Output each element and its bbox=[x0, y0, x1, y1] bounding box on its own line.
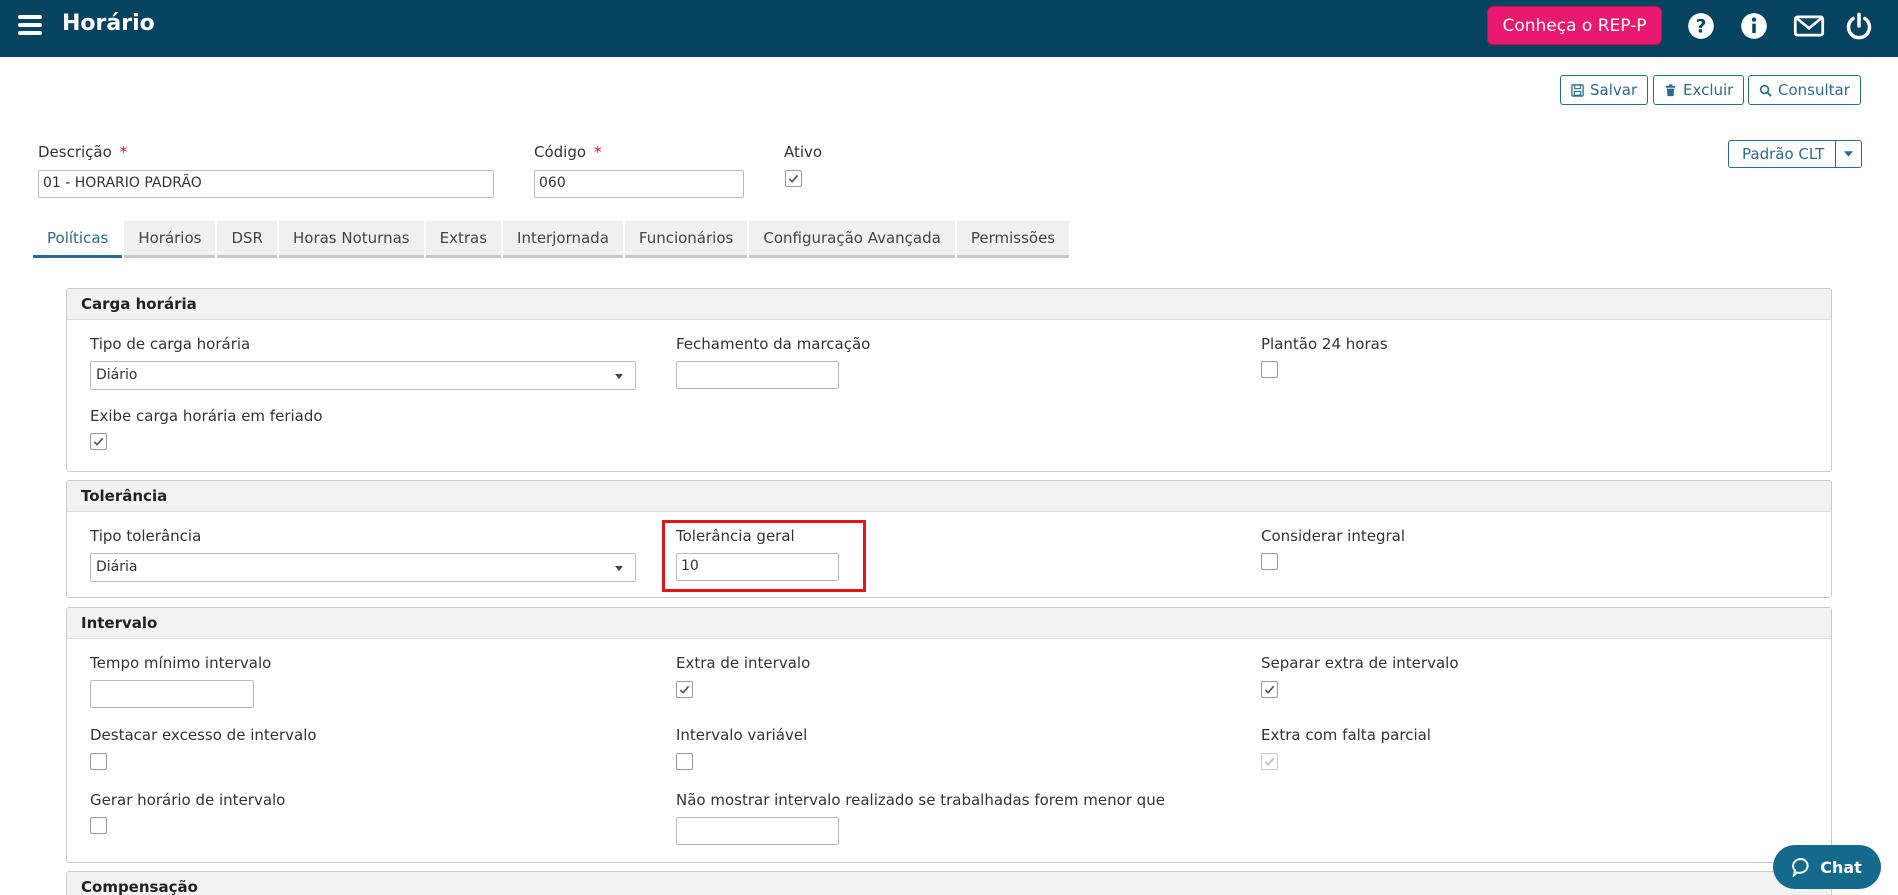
checkmark-icon bbox=[679, 685, 690, 694]
chat-button[interactable]: Chat bbox=[1773, 845, 1881, 889]
tipo-carga-label: Tipo de carga horária bbox=[90, 335, 251, 353]
delete-button-label: Excluir bbox=[1683, 81, 1734, 99]
tempo-minimo-label: Tempo mínimo intervalo bbox=[90, 654, 272, 672]
tab-politicas[interactable]: Políticas bbox=[33, 221, 123, 258]
trash-icon bbox=[1665, 83, 1676, 96]
tipo-tolerancia-select[interactable]: Diária bbox=[90, 553, 636, 582]
tab-funcionarios[interactable]: Funcionários bbox=[624, 221, 748, 258]
page-title: Horário bbox=[62, 11, 155, 36]
separar-extra-checkbox[interactable] bbox=[1261, 681, 1278, 698]
tipo-carga-select[interactable]: Diário bbox=[90, 361, 636, 390]
highlight-box bbox=[662, 520, 866, 592]
ativo-label: Ativo bbox=[784, 143, 823, 161]
save-button[interactable]: Salvar bbox=[1560, 75, 1649, 105]
intervalo-variavel-checkbox[interactable] bbox=[676, 753, 693, 770]
gerar-horario-checkbox[interactable] bbox=[90, 817, 107, 834]
plantao-label: Plantão 24 horas bbox=[1261, 335, 1388, 353]
extra-intervalo-label: Extra de intervalo bbox=[676, 654, 811, 672]
destacar-excesso-label: Destacar excesso de intervalo bbox=[90, 726, 317, 744]
dropdown-arrow-icon bbox=[615, 566, 623, 571]
intervalo-panel: Intervalo bbox=[66, 607, 1832, 863]
tipo-carga-value: Diário bbox=[96, 367, 138, 383]
tipo-tolerancia-value: Diária bbox=[96, 559, 138, 575]
fechamento-label: Fechamento da marcação bbox=[676, 335, 871, 353]
save-button-label: Salvar bbox=[1590, 81, 1638, 99]
tab-bar: Políticas Horários DSR Horas Noturnas Ex… bbox=[33, 221, 1071, 258]
checkmark-icon bbox=[93, 437, 104, 446]
chat-label: Chat bbox=[1820, 857, 1862, 877]
search-button[interactable]: Consultar bbox=[1748, 75, 1861, 105]
codigo-label: Código * bbox=[534, 143, 602, 161]
tab-extras[interactable]: Extras bbox=[425, 221, 502, 258]
padrao-clt-label: Padrão CLT bbox=[1742, 145, 1825, 163]
codigo-field[interactable]: 060 bbox=[534, 170, 744, 198]
power-icon[interactable] bbox=[1845, 12, 1873, 40]
tolerancia-title: Tolerância bbox=[67, 481, 1831, 512]
save-icon bbox=[1571, 83, 1584, 97]
tab-horarios[interactable]: Horários bbox=[124, 221, 216, 258]
tab-interjornada[interactable]: Interjornada bbox=[503, 221, 623, 258]
ativo-checkbox[interactable] bbox=[785, 170, 802, 187]
plantao-checkbox[interactable] bbox=[1261, 361, 1278, 378]
gerar-horario-label: Gerar horário de intervalo bbox=[90, 791, 286, 809]
intervalo-title: Intervalo bbox=[67, 608, 1831, 639]
intervalo-variavel-label: Intervalo variável bbox=[676, 726, 808, 744]
tab-permissoes[interactable]: Permissões bbox=[956, 221, 1070, 258]
checkmark-icon bbox=[788, 174, 799, 183]
nao-mostrar-field[interactable] bbox=[676, 817, 839, 845]
nao-mostrar-label: Não mostrar intervalo realizado se traba… bbox=[676, 791, 1165, 809]
feriado-checkbox[interactable] bbox=[90, 433, 107, 450]
fechamento-field[interactable] bbox=[676, 361, 839, 389]
chat-icon bbox=[1792, 857, 1809, 877]
destacar-excesso-checkbox[interactable] bbox=[90, 753, 107, 770]
menu-icon[interactable] bbox=[18, 15, 42, 35]
top-navigation-bar: Horário Conheça o REP-P ? bbox=[0, 0, 1898, 57]
extra-falta-parcial-label: Extra com falta parcial bbox=[1261, 726, 1431, 744]
info-icon[interactable] bbox=[1740, 12, 1768, 40]
tempo-minimo-field[interactable] bbox=[90, 680, 254, 708]
search-button-label: Consultar bbox=[1778, 81, 1850, 99]
rep-p-button[interactable]: Conheça o REP-P bbox=[1487, 6, 1662, 45]
separar-extra-label: Separar extra de intervalo bbox=[1261, 654, 1459, 672]
mail-icon[interactable] bbox=[1793, 12, 1825, 40]
checkmark-icon bbox=[1264, 685, 1275, 694]
tipo-tolerancia-label: Tipo tolerância bbox=[90, 527, 202, 545]
tab-dsr[interactable]: DSR bbox=[217, 221, 277, 258]
descricao-label: Descrição * bbox=[38, 143, 128, 161]
padrao-clt-dropdown[interactable]: Padrão CLT bbox=[1728, 140, 1862, 168]
considerar-integral-checkbox[interactable] bbox=[1261, 553, 1278, 570]
tab-horas-noturnas[interactable]: Horas Noturnas bbox=[278, 221, 424, 258]
compensacao-panel: Compensação bbox=[66, 871, 1832, 895]
caret-down-icon[interactable] bbox=[1835, 141, 1861, 167]
descricao-field[interactable]: 01 - HORARIO PADRÃO bbox=[38, 170, 494, 198]
compensacao-title: Compensação bbox=[67, 872, 1831, 895]
delete-button[interactable]: Excluir bbox=[1653, 75, 1745, 105]
search-icon bbox=[1759, 84, 1772, 97]
dropdown-arrow-icon bbox=[615, 374, 623, 379]
help-icon[interactable]: ? bbox=[1687, 12, 1715, 40]
tab-configuracao-avancada[interactable]: Configuração Avançada bbox=[749, 221, 955, 258]
checkmark-icon bbox=[1264, 757, 1275, 766]
extra-intervalo-checkbox[interactable] bbox=[676, 681, 693, 698]
extra-falta-parcial-checkbox[interactable] bbox=[1261, 753, 1278, 770]
svg-text:?: ? bbox=[1696, 16, 1707, 37]
carga-horaria-title: Carga horária bbox=[67, 289, 1831, 320]
feriado-label: Exibe carga horária em feriado bbox=[90, 407, 323, 425]
considerar-integral-label: Considerar integral bbox=[1261, 527, 1406, 545]
